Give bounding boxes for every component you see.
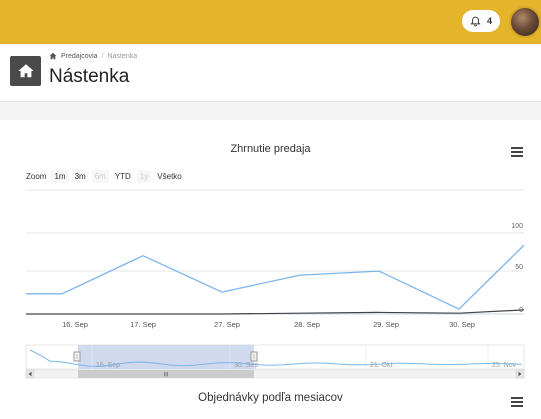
home-icon <box>10 56 41 86</box>
scrollbar-thumb-grip: III <box>163 373 168 379</box>
y-tick-label: 50 <box>515 264 523 271</box>
orders-by-month-title: Objednávky podľa mesiacov <box>198 392 343 404</box>
x-tick-label: 30. Sep <box>449 320 475 329</box>
navigator[interactable]: 16. Sep 30. Sep 21. Okt 25. Nov <box>25 344 525 370</box>
notification-count: 4 <box>486 16 492 26</box>
orders-chart-menu-icon[interactable] <box>511 397 523 407</box>
series-line-1 <box>26 309 525 315</box>
navigator-label: 21. Okt <box>370 362 393 369</box>
breadcrumb-separator: / <box>101 52 104 60</box>
breadcrumb-home-icon <box>49 52 57 60</box>
x-tick-label: 17. Sep <box>130 320 156 329</box>
breadcrumb-link-home[interactable]: Predajcovia <box>61 53 98 60</box>
notifications-button[interactable]: 4 <box>462 10 500 32</box>
page-title: Nástenka <box>49 66 130 87</box>
breadcrumb: Predajcovia / Nástenka <box>49 52 137 60</box>
x-tick-label: 29. Sep <box>373 320 399 329</box>
breadcrumb-current: Nástenka <box>107 52 138 60</box>
x-tick-label: 16. Sep <box>62 320 88 329</box>
user-avatar[interactable] <box>509 6 541 38</box>
x-tick-label: 27. Sep <box>214 320 240 329</box>
sales-line-chart: 10050016. Sep 17. Sep 27. Sep 28. Sep 29. Se… <box>25 189 525 379</box>
sales-summary-card: Zhrnutie predaja Zoom 1m 3m 6m YTD 1y Vš… <box>0 120 541 419</box>
top-bar: 4 <box>0 0 541 44</box>
navigator-scrollbar[interactable]: III <box>25 369 525 379</box>
bell-icon <box>470 16 481 26</box>
page-header: Predajcovia / Nástenka Nástenka <box>0 44 541 102</box>
x-tick-label: 28. Sep <box>294 320 320 329</box>
y-tick-label: 100 <box>511 223 523 230</box>
series-line-0 <box>26 244 525 310</box>
